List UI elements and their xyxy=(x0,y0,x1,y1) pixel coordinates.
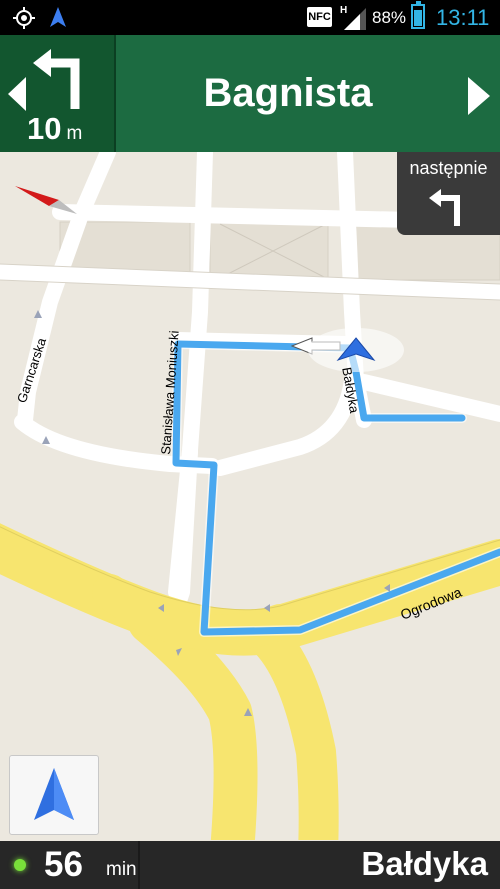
navigation-arrow-icon xyxy=(34,768,74,820)
eta-value: 56 xyxy=(44,845,83,884)
status-bar: NFC H 88% 13:11 xyxy=(0,0,500,35)
next-step-button[interactable] xyxy=(468,77,490,120)
destination-name: Bałdyka xyxy=(361,845,488,882)
battery-icon xyxy=(411,1,425,29)
next-maneuver[interactable]: następnie xyxy=(397,152,500,235)
current-maneuver[interactable]: 10 m xyxy=(0,35,116,152)
signal-icon: H xyxy=(338,4,368,35)
nfc-icon: NFC xyxy=(307,7,332,27)
clock: 13:11 xyxy=(436,5,490,30)
distance-unit: m xyxy=(66,123,83,144)
turn-left-icon xyxy=(427,186,467,231)
eta-unit: min xyxy=(106,859,137,880)
map-canvas[interactable] xyxy=(0,144,500,874)
previous-step-button[interactable] xyxy=(8,77,26,116)
maneuver-distance: 10 m xyxy=(27,111,82,147)
traffic-status-dot xyxy=(14,859,26,871)
battery-percent: 88% xyxy=(372,8,407,27)
current-street-name: Bagnista xyxy=(203,71,373,115)
next-maneuver-label: następnie xyxy=(409,158,488,178)
compass-icon[interactable] xyxy=(15,178,77,223)
turn-left-icon xyxy=(33,49,85,114)
trip-summary-bar[interactable]: 56 min Bałdyka xyxy=(0,841,500,889)
distance-value: 10 xyxy=(27,111,62,146)
map-view[interactable]: Garncarska Stanisława Moniuszki Bałdyka … xyxy=(0,144,500,874)
navigation-header: 10 m Bagnista xyxy=(0,35,500,152)
recenter-button[interactable] xyxy=(9,755,99,835)
network-type-label: H xyxy=(340,5,347,16)
navigation-mini-icon xyxy=(50,7,66,32)
gps-icon xyxy=(12,6,36,35)
divider xyxy=(138,841,140,889)
